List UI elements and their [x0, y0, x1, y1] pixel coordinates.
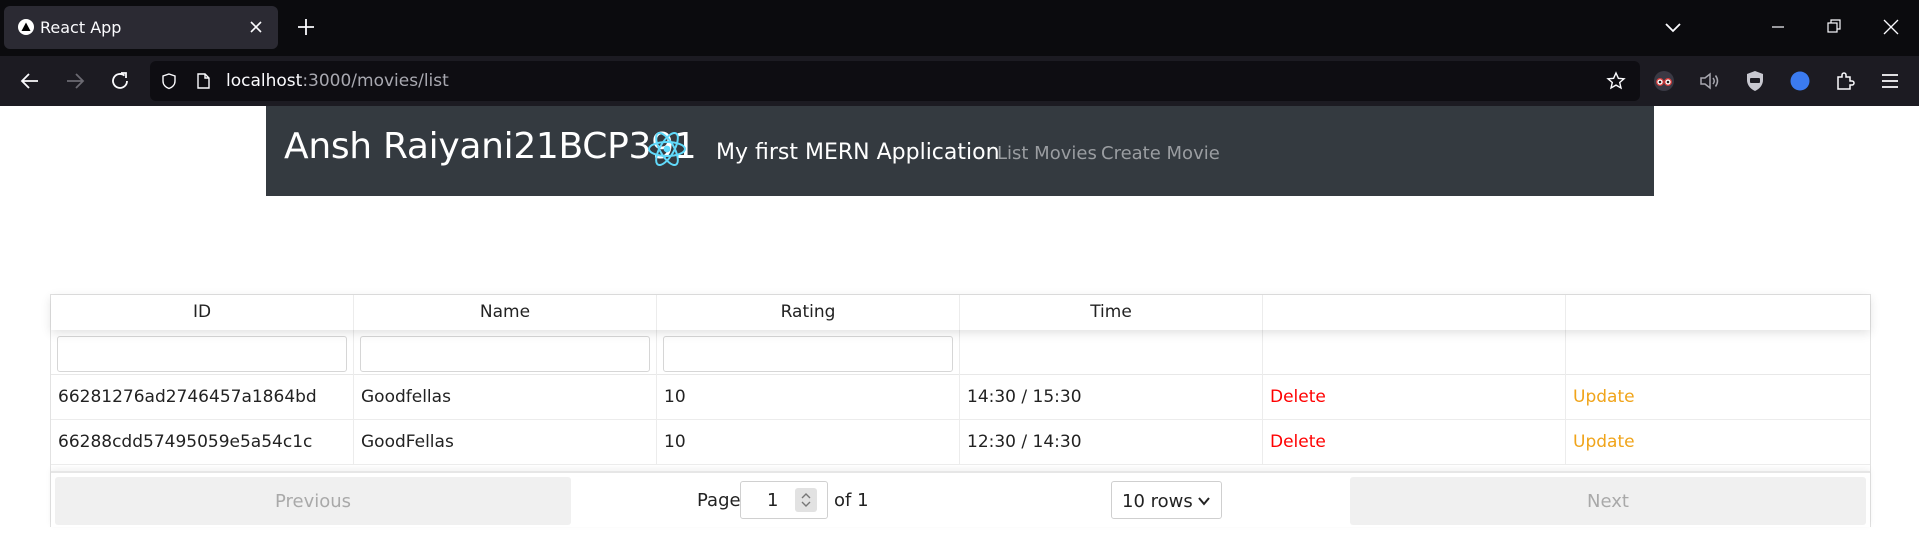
- filter-cell-time: [960, 330, 1263, 375]
- forward-arrow-icon[interactable]: [63, 69, 87, 93]
- page-label: Page: [697, 490, 741, 511]
- id-filter-input[interactable]: [57, 336, 347, 372]
- tab-title: React App: [40, 18, 122, 37]
- cell-time: 12:30 / 14:30: [960, 420, 1263, 465]
- react-app-favicon-icon: [18, 19, 34, 35]
- browser-navigation-bar: localhost:3000/movies/list: [0, 56, 1919, 106]
- update-button[interactable]: Update: [1566, 420, 1870, 465]
- ublock-origin-icon[interactable]: [1743, 69, 1767, 93]
- rows-per-page-value: 10 rows: [1122, 491, 1193, 512]
- table-row: 66288cdd57495059e5a54c1c GoodFellas 10 1…: [51, 420, 1870, 465]
- page-info-icon[interactable]: [194, 72, 212, 90]
- close-tab-icon[interactable]: [248, 19, 264, 35]
- filter-cell-update: [1566, 330, 1870, 375]
- next-page-button[interactable]: Next: [1350, 477, 1866, 525]
- brand-name[interactable]: Ansh Raiyani21BCP391: [284, 126, 697, 167]
- cell-time: 14:30 / 15:30: [960, 375, 1263, 420]
- extensions-puzzle-icon[interactable]: [1833, 69, 1857, 93]
- nav-link-create-movie[interactable]: Create Movie: [1101, 143, 1220, 164]
- filter-cell-delete: [1263, 330, 1566, 375]
- column-header-update: [1566, 295, 1870, 330]
- reload-icon[interactable]: [108, 69, 132, 93]
- minimize-window-icon[interactable]: [1766, 15, 1790, 39]
- filter-cell-rating: [657, 330, 960, 375]
- list-all-tabs-chevron-icon[interactable]: [1663, 17, 1683, 37]
- address-bar[interactable]: localhost:3000/movies/list: [150, 61, 1640, 101]
- nav-link-list-movies[interactable]: List Movies: [997, 143, 1097, 164]
- url-path: :3000/movies/list: [302, 71, 449, 91]
- app-title[interactable]: My first MERN Application: [716, 140, 1000, 165]
- url-text[interactable]: localhost:3000/movies/list: [226, 71, 449, 91]
- cell-rating: 10: [657, 420, 960, 465]
- name-filter-input[interactable]: [360, 336, 650, 372]
- chevron-down-icon: [1198, 497, 1210, 506]
- close-window-icon[interactable]: [1879, 15, 1903, 39]
- table-header-row: ID Name Rating Time: [51, 295, 1870, 330]
- browser-tab-bar: React App: [0, 0, 1919, 56]
- page-number-input[interactable]: 1: [740, 481, 828, 519]
- speaker-audio-icon[interactable]: [1697, 69, 1721, 93]
- filter-cell-id: [51, 330, 354, 375]
- column-header-delete: [1263, 295, 1566, 330]
- browser-tab[interactable]: React App: [4, 6, 278, 49]
- table-row: 66281276ad2746457a1864bd Goodfellas 10 1…: [51, 375, 1870, 420]
- column-header-id[interactable]: ID: [51, 295, 354, 330]
- restore-window-icon[interactable]: [1822, 15, 1846, 39]
- profile-circle-icon[interactable]: [1788, 69, 1812, 93]
- previous-page-button[interactable]: Previous: [55, 477, 571, 525]
- cell-name: Goodfellas: [354, 375, 657, 420]
- cell-name: GoodFellas: [354, 420, 657, 465]
- cell-id: 66288cdd57495059e5a54c1c: [51, 420, 354, 465]
- column-header-rating[interactable]: Rating: [657, 295, 960, 330]
- rating-filter-input[interactable]: [663, 336, 953, 372]
- page-spinner-icon[interactable]: [795, 488, 817, 512]
- react-logo-icon: [648, 132, 686, 166]
- filter-row: [51, 330, 1870, 375]
- movies-table: ID Name Rating Time 66281276ad2746457a18…: [50, 294, 1871, 527]
- delete-button[interactable]: Delete: [1263, 420, 1566, 465]
- hamburger-menu-icon[interactable]: [1878, 69, 1902, 93]
- back-arrow-icon[interactable]: [18, 69, 42, 93]
- cell-rating: 10: [657, 375, 960, 420]
- column-header-time[interactable]: Time: [960, 295, 1263, 330]
- column-header-name[interactable]: Name: [354, 295, 657, 330]
- new-tab-plus-icon[interactable]: [296, 17, 316, 37]
- cell-id: 66281276ad2746457a1864bd: [51, 375, 354, 420]
- page-total-label: of 1: [834, 490, 869, 511]
- pagination-bar: Previous Page 1 of 1 10 rows Next: [51, 471, 1870, 527]
- glasses-extension-icon[interactable]: [1652, 69, 1676, 93]
- app-navbar: Ansh Raiyani21BCP391 My first MERN Appli…: [266, 106, 1654, 196]
- rows-per-page-select[interactable]: 10 rows: [1111, 481, 1222, 519]
- url-host: localhost: [226, 71, 303, 91]
- page-number-value: 1: [767, 490, 779, 511]
- filter-cell-name: [354, 330, 657, 375]
- bookmark-star-icon[interactable]: [1606, 71, 1626, 91]
- tracking-protection-shield-icon[interactable]: [160, 72, 178, 90]
- delete-button[interactable]: Delete: [1263, 375, 1566, 420]
- update-button[interactable]: Update: [1566, 375, 1870, 420]
